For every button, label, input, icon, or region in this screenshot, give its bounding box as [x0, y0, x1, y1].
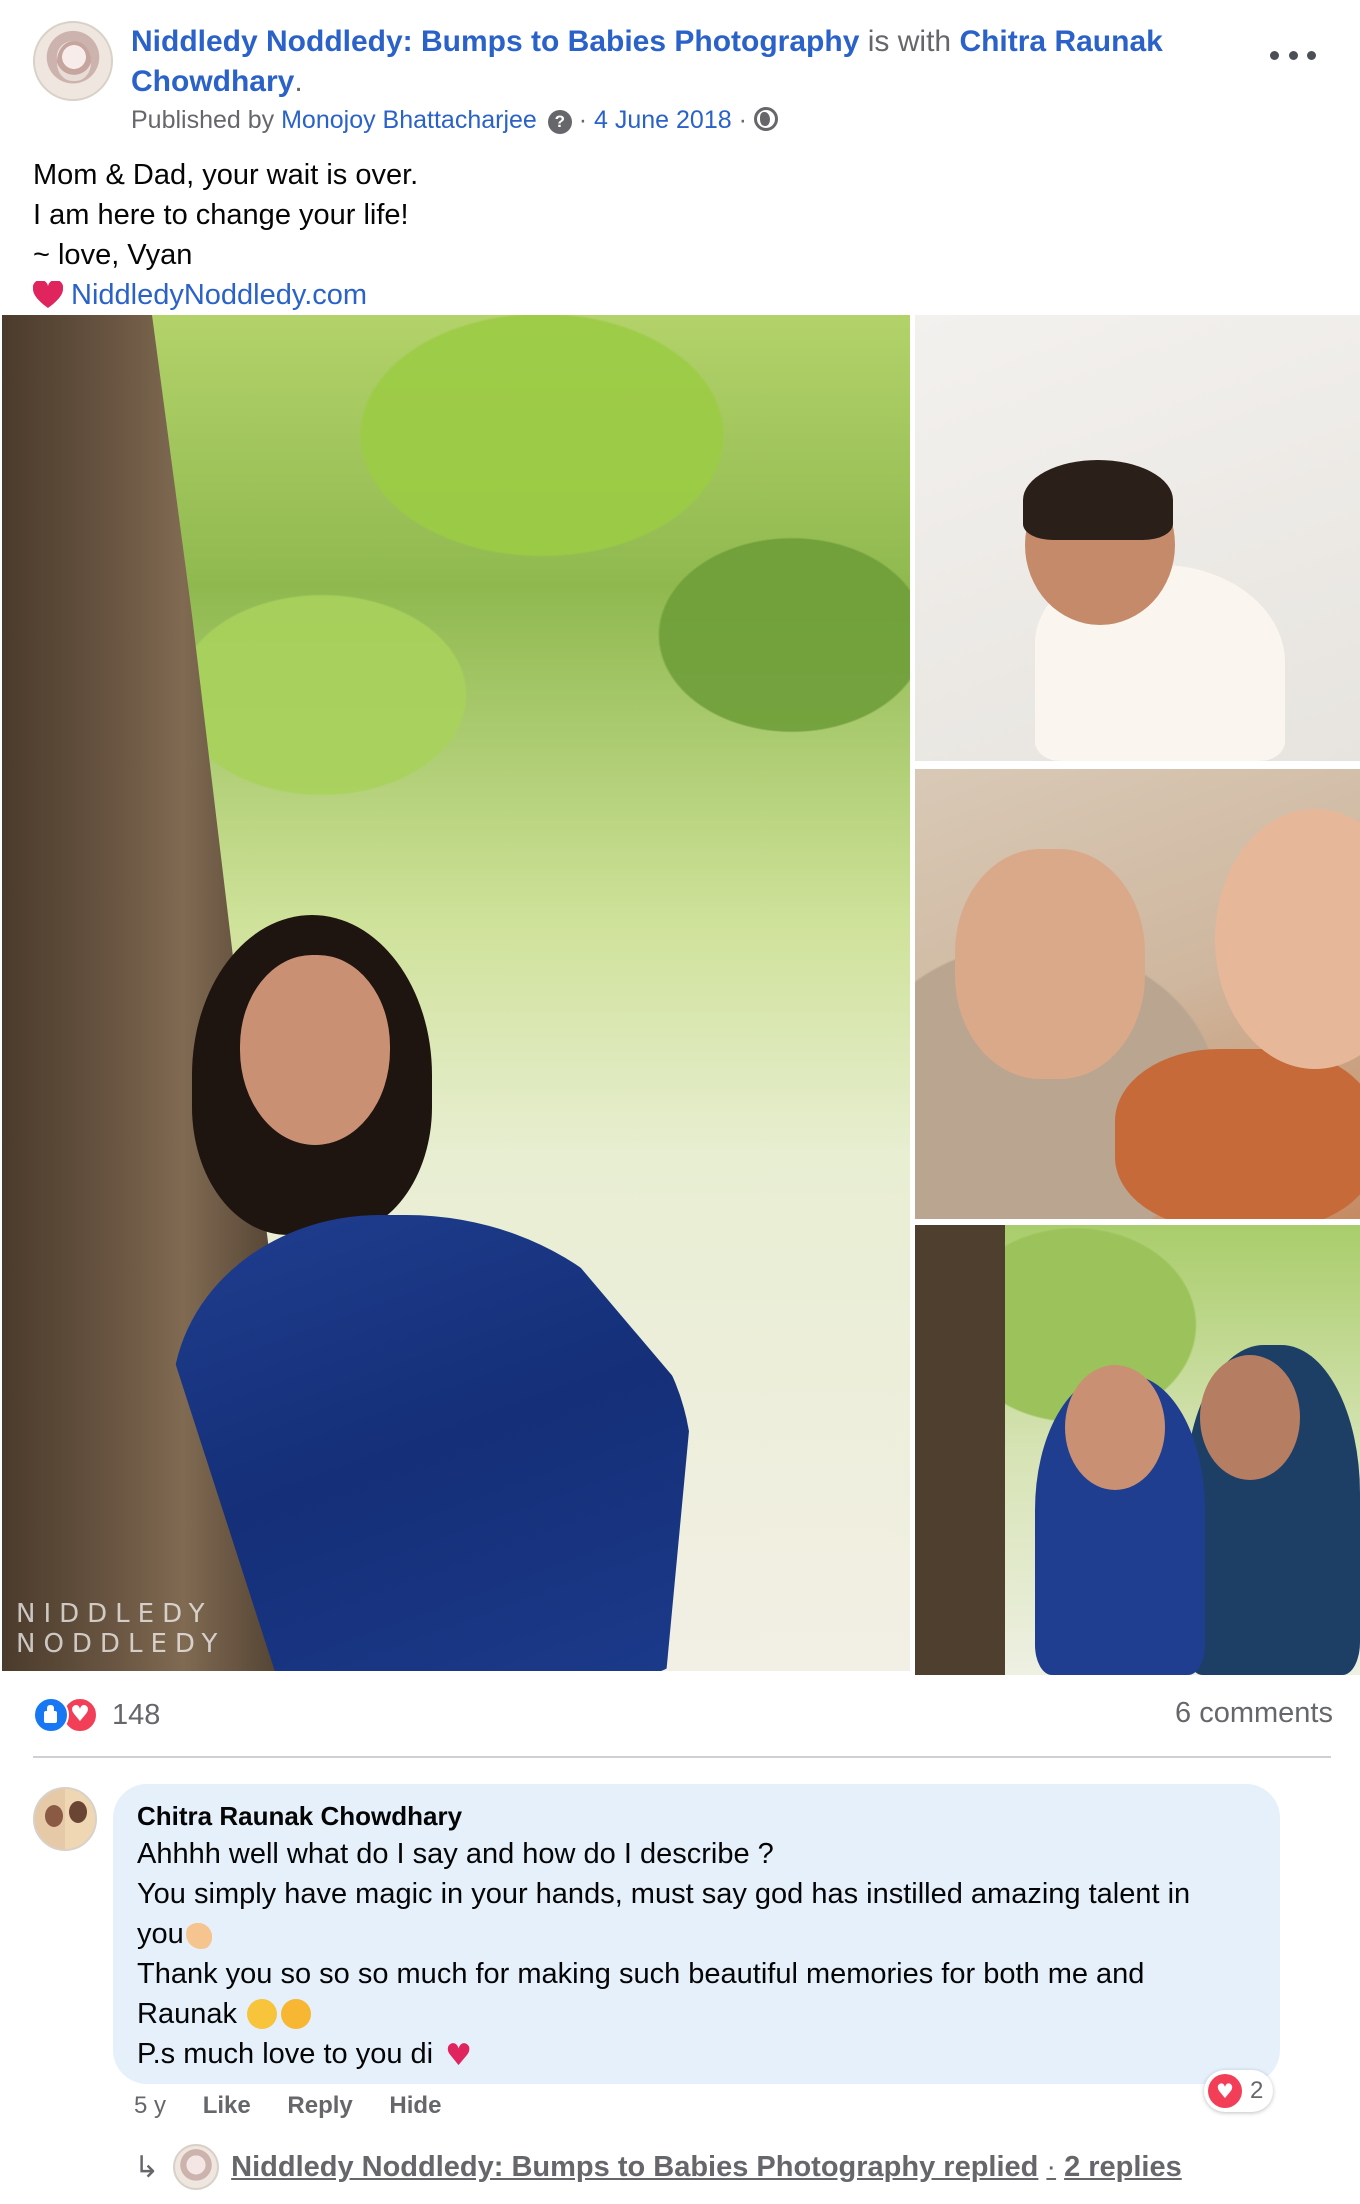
replier-text[interactable]: Niddledy Noddledy: Bumps to Babies Photo… — [231, 2151, 1038, 2184]
more-dot — [1307, 50, 1316, 60]
like-icon — [33, 1697, 69, 1733]
comment-bubble: Chitra Raunak Chowdhary Ahhhh well what … — [113, 1784, 1280, 2084]
with-text: is with — [867, 25, 952, 58]
newborn-photo[interactable] — [915, 315, 1360, 761]
comment-text: P.s much love to you di — [137, 2038, 434, 2070]
maternity-photo[interactable]: NIDDLEDY NODDLEDY — [2, 315, 910, 1671]
publisher-link[interactable]: Monojoy Bhattacharjee — [281, 106, 537, 134]
commenter-avatar[interactable] — [33, 1787, 97, 1851]
divider — [33, 1756, 1331, 1758]
baby-hand-photo[interactable] — [915, 769, 1360, 1219]
pregnant-woman — [172, 915, 732, 1671]
more-dot — [1270, 50, 1279, 60]
website-link[interactable]: NiddledyNoddledy.com — [71, 279, 367, 311]
more-dot — [1288, 50, 1298, 60]
facebook-post: Niddledy Noddledy: Bumps to Babies Photo… — [0, 0, 1360, 2204]
hide-button[interactable]: Hide — [389, 2092, 441, 2119]
comment-line: Raunak — [137, 1994, 1256, 2034]
baby-face — [1215, 809, 1360, 1069]
post-text-line: Mom & Dad, your wait is over. — [33, 159, 419, 191]
post-text-line: ~ love, Vyan — [33, 239, 193, 271]
comment-line: Thank you so so so much for making such … — [137, 1958, 1145, 1990]
post-meta: Published by Monojoy Bhattacharjee ? · 4… — [131, 102, 778, 138]
replies-count-link[interactable]: 2 replies — [1064, 2151, 1182, 2184]
red-heart-icon — [33, 281, 63, 308]
orange-wrap — [1115, 1049, 1360, 1219]
love-icon: ♥ — [1208, 2074, 1242, 2108]
period: . — [294, 65, 303, 98]
watermark-line: NIDDLEDY — [16, 1599, 213, 1629]
reactions-summary[interactable]: 148 — [33, 1693, 160, 1737]
help-icon[interactable]: ? — [547, 110, 572, 134]
ok-hand-emoji-icon — [185, 1919, 216, 1949]
photo-watermark: NIDDLEDY NODDLEDY — [16, 1599, 225, 1659]
comment-author-link[interactable]: Chitra Raunak Chowdhary — [137, 1798, 1256, 1834]
meta-separator: · — [731, 106, 754, 134]
couple-photo[interactable] — [915, 1225, 1360, 1675]
comment-reaction-count: 2 — [1250, 2077, 1264, 2104]
reaction-count: 148 — [112, 1698, 161, 1731]
tree-trunk — [915, 1225, 1005, 1675]
parent-hand — [955, 849, 1145, 1079]
like-button[interactable]: Like — [203, 2092, 251, 2119]
meta-separator: · — [571, 106, 594, 134]
post-header-title: Niddledy Noddledy: Bumps to Babies Photo… — [131, 22, 1211, 102]
comment-text: you — [137, 1918, 184, 1950]
red-heart-icon: ♥ — [445, 2038, 473, 2073]
reply-arrow-icon: ↳ — [134, 2149, 160, 2185]
globe-icon[interactable] — [753, 107, 778, 131]
post-website-line: NiddledyNoddledy.com — [33, 275, 418, 315]
post-text-line: I am here to change your life! — [33, 199, 409, 231]
post-date-link[interactable]: 4 June 2018 — [594, 106, 732, 134]
published-by-label: Published by — [131, 106, 275, 134]
comment-line: P.s much love to you di ♥ — [137, 2034, 1256, 2076]
reply-button[interactable]: Reply — [287, 2092, 352, 2119]
comment-actions: 5 y Like Reply Hide — [134, 2090, 471, 2122]
post-text: Mom & Dad, your wait is over. I am here … — [33, 155, 418, 315]
replies-row[interactable]: ↳ Niddledy Noddledy: Bumps to Babies Pho… — [134, 2143, 1182, 2191]
kiss-emoji-icon — [281, 1999, 312, 2029]
reply-separator: · — [1046, 2150, 1057, 2183]
woman-face — [1065, 1365, 1165, 1490]
baby-hair — [1023, 460, 1173, 540]
avatar-image — [57, 41, 91, 81]
comment-reaction-badge[interactable]: ♥ 2 — [1204, 2070, 1274, 2112]
foliage — [142, 315, 910, 835]
comment-count-link[interactable]: 6 comments — [1175, 1697, 1333, 1730]
face — [240, 955, 390, 1145]
comment-line: Ahhhh well what do I say and how do I de… — [137, 1838, 774, 1870]
replier-avatar — [173, 2144, 220, 2190]
blue-dress — [172, 1215, 692, 1671]
page-name-link[interactable]: Niddledy Noddledy: Bumps to Babies Photo… — [131, 25, 859, 58]
comment-line: You simply have magic in your hands, mus… — [137, 1878, 1191, 1910]
comment-line: you — [137, 1914, 1256, 1954]
comment-time[interactable]: 5 y — [134, 2092, 166, 2119]
comment-text: Raunak — [137, 1998, 237, 2030]
page-avatar[interactable] — [33, 21, 113, 101]
man-face — [1200, 1355, 1300, 1480]
grinning-emoji-icon — [247, 1999, 278, 2029]
more-options-button[interactable] — [1270, 42, 1316, 68]
watermark-line: NODDLEDY — [16, 1629, 226, 1659]
